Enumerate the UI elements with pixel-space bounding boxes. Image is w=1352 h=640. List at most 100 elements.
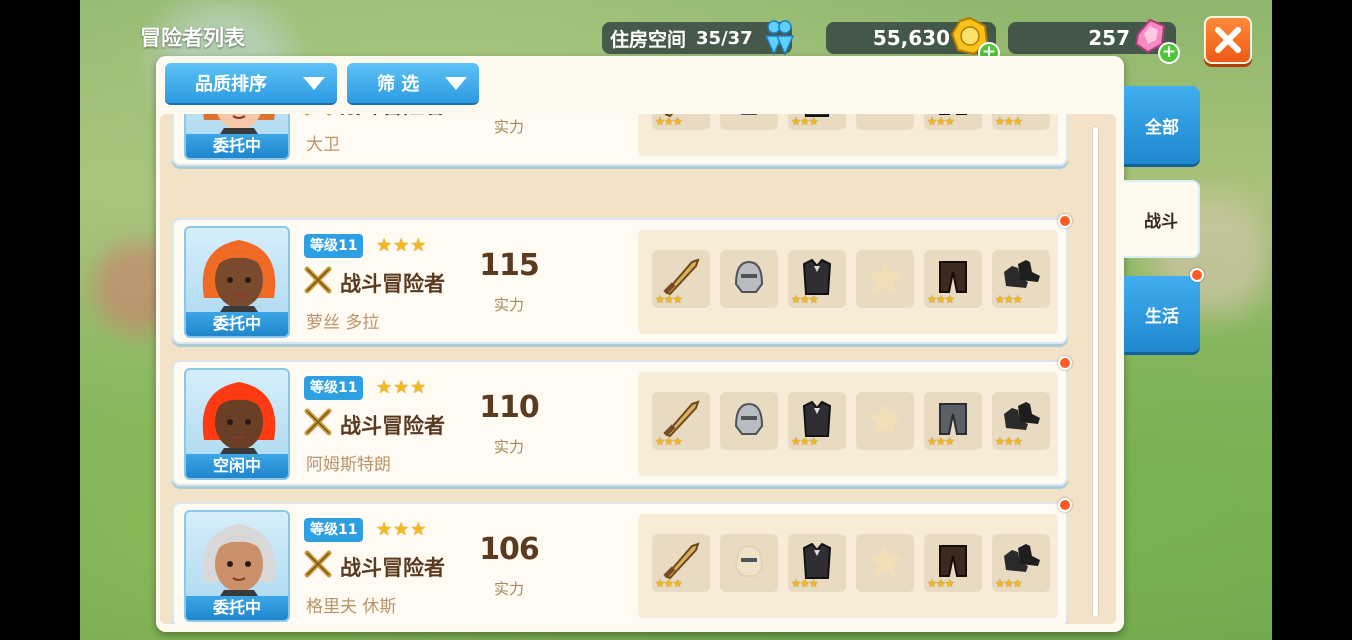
notification-dot: [1058, 214, 1072, 228]
equipment-slot[interactable]: [720, 534, 778, 592]
tab-life-label: 生活: [1145, 306, 1179, 327]
equipment-slot[interactable]: ★★★: [788, 114, 846, 130]
item-stars: ★★★: [995, 293, 1023, 306]
equipment-slot[interactable]: ★★★: [924, 114, 982, 130]
power-value: 110: [479, 390, 540, 425]
equipment-slot[interactable]: ★★★: [652, 392, 710, 450]
avatar[interactable]: 委托中: [184, 226, 290, 338]
crossed-swords-icon: [304, 114, 332, 121]
accessory-star-icon: [865, 114, 905, 123]
scroll-thumb[interactable]: [1093, 127, 1098, 457]
power-value: 115: [479, 248, 540, 283]
filter-dropdown[interactable]: 筛 选: [347, 63, 479, 103]
power-label: 实力: [493, 296, 524, 314]
equipment-slot[interactable]: [720, 392, 778, 450]
status-label: 空闲中: [186, 454, 288, 478]
equipment-slot[interactable]: [856, 392, 914, 450]
equipment-slot[interactable]: ★★★: [924, 534, 982, 592]
gold-amount: 55,630: [872, 26, 950, 50]
item-stars: ★★★: [995, 577, 1023, 590]
item-stars: ★★★: [995, 115, 1023, 128]
item-stars: ★★★: [655, 577, 683, 590]
class-row: 战斗冒险者: [304, 266, 445, 299]
equipment-slot[interactable]: [720, 250, 778, 308]
star-icon: ★: [393, 235, 410, 256]
status-label: 委托中: [186, 134, 288, 158]
adventurer-name: 萝丝 多拉: [306, 313, 380, 333]
equipment-slot[interactable]: ★★★: [788, 250, 846, 308]
add-crystal-button[interactable]: +: [1158, 42, 1180, 64]
equipment-row: ★★★ ★★★ ★★★ ★★★: [638, 114, 1058, 156]
adventurer-panel: 品质排序 筛 选 委托中★★★战斗冒险者大卫120实力★★★★★★★★★★★★: [156, 56, 1124, 632]
status-label: 委托中: [186, 596, 288, 620]
sort-label: 品质排序: [195, 74, 267, 95]
equipment-slot[interactable]: [856, 534, 914, 592]
star-icon: ★: [410, 377, 427, 398]
helmet-icon: [726, 114, 772, 126]
scrollbar[interactable]: [1092, 126, 1099, 618]
star-icon: ★: [376, 377, 393, 398]
equipment-slot[interactable]: ★★★: [992, 392, 1050, 450]
portrait-image: [202, 382, 276, 460]
tab-life[interactable]: 生活: [1124, 268, 1204, 352]
equipment-slot[interactable]: ★★★: [924, 392, 982, 450]
adventurer-card[interactable]: 委托中 等级11 ★ ★ ★ 战斗冒险者 萝丝 多拉 115 实力 ★★★ ★★★ ★★★ ★★★: [172, 214, 1072, 344]
equipment-slot[interactable]: ★★★: [788, 534, 846, 592]
equipment-slot[interactable]: ★★★: [924, 250, 982, 308]
tab-combat[interactable]: 战斗: [1124, 180, 1200, 258]
equipment-slot[interactable]: [856, 114, 914, 130]
rarity-stars: ★ ★ ★: [376, 520, 426, 540]
item-stars: ★★★: [655, 115, 683, 128]
star-icon: ★: [376, 235, 393, 256]
power-value: 106: [479, 532, 540, 567]
adventurer-card[interactable]: 空闲中 等级11 ★ ★ ★ 战斗冒险者 阿姆斯特朗 110 实力 ★★★ ★★★ ★★★ ★★★: [172, 356, 1072, 486]
adventurer-card[interactable]: 委托中★★★战斗冒险者大卫120实力★★★★★★★★★★★★: [172, 114, 1068, 166]
star-icon: ★: [376, 519, 393, 540]
class-row: 战斗冒险者: [304, 408, 445, 441]
avatar[interactable]: 委托中: [184, 114, 290, 160]
equipment-row: ★★★ ★★★ ★★★ ★★★: [638, 514, 1058, 618]
equipment-slot[interactable]: ★★★: [992, 250, 1050, 308]
class-row: 战斗冒险者: [304, 114, 445, 121]
equipment-slot[interactable]: ★★★: [788, 392, 846, 450]
crystal-amount: 257: [1088, 26, 1130, 50]
equipment-slot[interactable]: ★★★: [652, 250, 710, 308]
housing-label: 住房空间: [610, 28, 687, 51]
equipment-slot[interactable]: [720, 114, 778, 130]
item-stars: ★★★: [655, 293, 683, 306]
class-row: 战斗冒险者: [304, 550, 445, 583]
equipment-row: ★★★ ★★★ ★★★ ★★★: [638, 230, 1058, 334]
notification-dot: [1058, 356, 1072, 370]
item-stars: ★★★: [995, 435, 1023, 448]
housing-value: 35/37: [696, 27, 753, 49]
portrait-image: [202, 524, 276, 602]
helmet-icon: [726, 538, 772, 588]
adventurer-list[interactable]: 委托中★★★战斗冒险者大卫120实力★★★★★★★★★★★★ 委托中等级11★★…: [160, 114, 1116, 624]
star-icon: ★: [393, 377, 410, 398]
class-label: 战斗冒险者: [340, 555, 445, 580]
item-stars: ★★★: [927, 115, 955, 128]
avatar[interactable]: 委托中: [184, 510, 290, 622]
accessory-star-icon: [865, 399, 905, 443]
equipment-slot[interactable]: ★★★: [652, 534, 710, 592]
equipment-slot[interactable]: ★★★: [652, 114, 710, 130]
gold-counter: 55,630 +: [826, 16, 1000, 64]
power-label: 实力: [493, 438, 524, 456]
adventurer-name: 大卫: [306, 135, 340, 155]
equipment-slot[interactable]: [856, 250, 914, 308]
sort-dropdown[interactable]: 品质排序: [165, 63, 337, 103]
tab-all[interactable]: 全部: [1124, 86, 1200, 164]
equipment-row: ★★★ ★★★ ★★★ ★★★: [638, 372, 1058, 476]
notification-dot: [1190, 268, 1204, 282]
equipment-slot[interactable]: ★★★: [992, 114, 1050, 130]
power-label: 实力: [493, 580, 524, 598]
game-screen: 冒险者列表 住房空间 35/37 55,630 + 257 + 品质排序 筛 选…: [80, 0, 1272, 640]
star-icon: ★: [410, 235, 427, 256]
crossed-swords-icon: [304, 266, 332, 299]
helmet-icon: [726, 396, 772, 446]
adventurer-card[interactable]: 委托中 等级11 ★ ★ ★ 战斗冒险者 格里夫 休斯 106 实力 ★★★ ★★★ ★★★ ★★★: [172, 498, 1072, 624]
equipment-slot[interactable]: ★★★: [992, 534, 1050, 592]
item-stars: ★★★: [655, 435, 683, 448]
avatar[interactable]: 空闲中: [184, 368, 290, 480]
close-button[interactable]: [1204, 16, 1252, 64]
